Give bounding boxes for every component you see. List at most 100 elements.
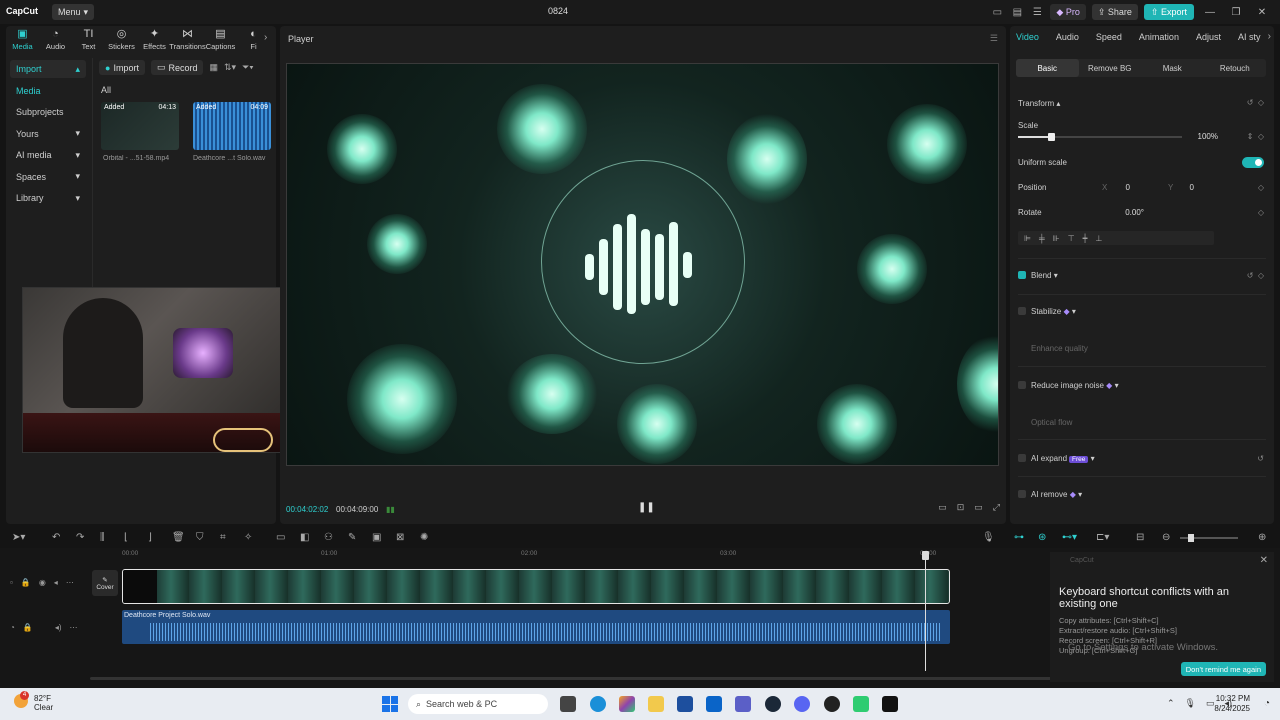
select-tool-icon[interactable]: ➤▾ — [12, 532, 25, 543]
split-icon[interactable]: ⫼ — [100, 532, 105, 543]
reset-keyframe-icons[interactable]: ↺ ◇ — [1247, 271, 1264, 280]
lock-icon[interactable]: 🔒 — [23, 623, 33, 632]
person-icon[interactable]: ⚇ — [324, 532, 333, 543]
sidebar-item-media[interactable]: Media — [10, 82, 86, 100]
file-explorer-icon[interactable] — [648, 696, 664, 712]
wand-icon[interactable]: ✎ — [348, 532, 356, 543]
ai-expand-checkbox[interactable] — [1018, 454, 1026, 462]
tab-video[interactable]: Video — [1016, 32, 1039, 42]
stepper-keyframe-icons[interactable]: ⇕ ◇ — [1247, 132, 1264, 141]
tool-stickers[interactable]: ◎ Stickers — [105, 26, 138, 54]
subtab-remove-bg[interactable]: Remove BG — [1079, 59, 1142, 77]
align-center-icon[interactable]: ╪ — [1039, 234, 1045, 243]
trim-left-icon[interactable]: ⌊ — [124, 532, 128, 543]
record-button[interactable]: ▭ Record — [150, 60, 204, 75]
edge-icon[interactable] — [590, 696, 606, 712]
reduce-noise-checkbox[interactable] — [1018, 381, 1026, 389]
media-item-audio[interactable]: Added 04:09 — [193, 102, 271, 150]
trim-right-icon[interactable]: ⌋ — [148, 532, 152, 543]
tool-audio[interactable]: ◔ Audio — [39, 26, 72, 54]
menu-button[interactable]: Menu ▾ — [52, 4, 95, 20]
share-button[interactable]: ⇪ Share — [1091, 4, 1138, 20]
copilot-icon[interactable] — [619, 696, 635, 712]
snap-icon[interactable]: ⊷▾ — [1062, 532, 1077, 543]
teams-icon[interactable] — [735, 696, 751, 712]
tool-transitions[interactable]: ⋈ Transitions — [169, 26, 205, 54]
task-view-icon[interactable] — [560, 696, 576, 712]
resize-icon[interactable]: ⊠ — [396, 532, 404, 543]
blend-checkbox[interactable] — [1018, 271, 1026, 279]
sort-icon[interactable]: ⇅▾ — [224, 62, 236, 73]
zoom-fit-icon[interactable]: ⊡ — [957, 502, 965, 513]
taskbar-search[interactable]: ⌕ Search web & PC — [408, 694, 548, 714]
undo-icon[interactable]: ↶ — [52, 532, 60, 543]
sidebar-item-subprojects[interactable]: Subprojects — [10, 103, 86, 121]
tool-effects[interactable]: ✦ Effects — [138, 26, 171, 54]
store-icon[interactable] — [677, 696, 693, 712]
ai-expand-label[interactable]: AI expand Free ▾ — [1031, 454, 1095, 463]
rotate-value[interactable]: 0.00° — [1104, 208, 1144, 217]
time-ruler[interactable]: 00:00 01:00 02:00 03:00 04:00 — [122, 550, 1022, 560]
tab-speed[interactable]: Speed — [1096, 32, 1122, 42]
maximize-icon[interactable]: ❐ — [1226, 7, 1246, 18]
list-icon[interactable]: ☰ — [1030, 5, 1044, 19]
scale-slider[interactable] — [1018, 133, 1182, 141]
nvidia-icon[interactable] — [853, 696, 869, 712]
more-icon[interactable]: ⋯ — [66, 578, 74, 587]
chevron-up-icon[interactable]: ⌃ — [1167, 698, 1175, 709]
eye-icon[interactable]: ◉ — [39, 578, 46, 587]
tab-animation[interactable]: Animation — [1139, 32, 1179, 42]
tab-ai-style[interactable]: AI sty — [1238, 32, 1261, 42]
link-icon[interactable]: ⊶ — [1014, 532, 1024, 543]
crop-icon[interactable]: ⌗ — [220, 532, 226, 543]
microphone-icon[interactable]: 🎙 — [982, 532, 995, 543]
dont-remind-button[interactable]: Don't remind me again — [1180, 662, 1266, 676]
slider-knob[interactable] — [1188, 534, 1194, 542]
align-right-icon[interactable]: ⊪ — [1053, 234, 1060, 243]
steam-icon[interactable] — [765, 696, 781, 712]
outlook-icon[interactable] — [706, 696, 722, 712]
tool-text[interactable]: TI Text — [72, 26, 105, 54]
chevron-right-icon[interactable]: › — [264, 32, 267, 43]
more-icon[interactable]: ⋯ — [70, 623, 78, 632]
fullscreen-icon[interactable]: ⤢ — [993, 502, 1000, 513]
import-button[interactable]: ● Import — [99, 60, 145, 75]
mic-icon[interactable]: 🎙 — [1185, 698, 1196, 709]
grid-view-icon[interactable]: ▦ — [209, 62, 218, 73]
ratio-icon[interactable]: ▭ — [974, 502, 983, 513]
lock-icon[interactable]: 🔒 — [21, 578, 31, 587]
video-clip[interactable] — [122, 569, 950, 604]
stabilize-checkbox[interactable] — [1018, 307, 1026, 315]
pro-button[interactable]: ◆ Pro — [1050, 4, 1086, 20]
audio-clip[interactable]: Deathcore Project Solo.wav — [122, 610, 950, 644]
keyframe-icon[interactable]: ◇ — [1258, 183, 1264, 192]
timeline-scrollbar[interactable] — [90, 677, 1052, 680]
blend-label[interactable]: Blend ▾ — [1031, 271, 1058, 280]
menu-icon[interactable]: ☰ — [990, 33, 998, 44]
subtab-basic[interactable]: Basic — [1016, 59, 1079, 77]
align-middle-icon[interactable]: ┿ — [1083, 234, 1088, 243]
ai-remove-checkbox[interactable] — [1018, 490, 1026, 498]
capcut-icon[interactable] — [882, 696, 898, 712]
align-left-icon[interactable]: ⊫ — [1024, 234, 1031, 243]
uniform-scale-toggle[interactable] — [1242, 157, 1264, 168]
cover-button[interactable]: ✎ Cover — [92, 570, 118, 596]
notification-bell-icon[interactable]: ◔ — [1264, 698, 1270, 709]
zoom-in-icon[interactable]: ⊕ — [1258, 532, 1266, 543]
layout-icon[interactable]: ▤ — [1010, 5, 1024, 19]
video-preview[interactable] — [286, 63, 999, 466]
slider-knob[interactable] — [1048, 133, 1056, 141]
reset-keyframe-icons[interactable]: ↺ ◇ — [1247, 98, 1264, 107]
shield-icon[interactable]: ⛉ — [196, 532, 204, 543]
playhead[interactable] — [922, 551, 929, 671]
redo-icon[interactable]: ↷ — [76, 532, 84, 543]
ai-remove-label[interactable]: AI remove ◆ ▾ — [1031, 490, 1082, 499]
sidebar-item-ai-media[interactable]: AI media ▾ — [10, 146, 86, 164]
subtab-mask[interactable]: Mask — [1141, 59, 1204, 77]
windows-start-icon[interactable] — [382, 696, 398, 712]
sidebar-item-yours[interactable]: Yours ▾ — [10, 125, 86, 143]
tool-captions[interactable]: ▤ Captions — [204, 26, 237, 54]
subtitle-icon[interactable]: ▣ — [372, 532, 381, 543]
tab-audio[interactable]: Audio — [1056, 32, 1079, 42]
close-icon[interactable]: ✕ — [1260, 555, 1268, 566]
